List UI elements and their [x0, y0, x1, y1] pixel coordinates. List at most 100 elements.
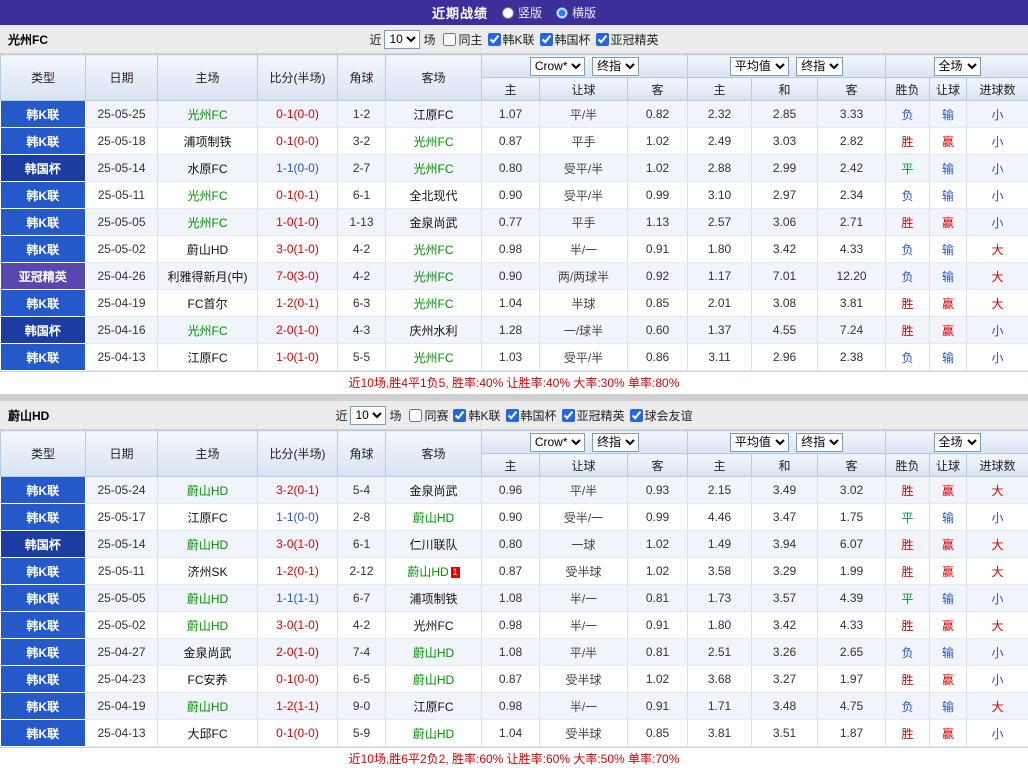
score[interactable]: 0-1(0-1) — [258, 182, 338, 209]
filter-checkbox[interactable] — [596, 33, 609, 46]
recent-count-select[interactable]: 10 — [350, 406, 386, 425]
competition-type: 韩K联 — [1, 182, 86, 209]
layout-horizontal-option[interactable]: 横版 — [556, 4, 596, 21]
home-team[interactable]: 金泉尚武 — [158, 639, 258, 666]
away-team[interactable]: 光州FC — [386, 128, 482, 155]
away-team[interactable]: 金泉尚武 — [386, 209, 482, 236]
full-match-select[interactable]: 全场 — [934, 57, 981, 76]
score[interactable]: 0-1(0-0) — [258, 128, 338, 155]
score[interactable]: 1-2(1-1) — [258, 693, 338, 720]
filter-checkbox[interactable] — [488, 33, 501, 46]
score[interactable]: 2-0(1-0) — [258, 639, 338, 666]
home-team[interactable]: 江原FC — [158, 344, 258, 371]
away-team[interactable]: 蔚山HD — [386, 639, 482, 666]
score[interactable]: 1-1(0-0) — [258, 504, 338, 531]
away-team[interactable]: 金泉尚武 — [386, 477, 482, 504]
final-average-select[interactable]: 终指 — [796, 433, 843, 452]
away-team[interactable]: 蔚山HD1 — [386, 558, 482, 585]
vertical-layout-radio[interactable] — [502, 7, 514, 19]
away-team[interactable]: 蔚山HD — [386, 666, 482, 693]
home-team[interactable]: 浦项制铁 — [158, 128, 258, 155]
final-odds-select[interactable]: 终指 — [592, 57, 639, 76]
filter-checkbox[interactable] — [443, 33, 456, 46]
away-team[interactable]: 光州FC — [386, 290, 482, 317]
away-team[interactable]: 蔚山HD — [386, 504, 482, 531]
home-team[interactable]: 蔚山HD — [158, 612, 258, 639]
score[interactable]: 0-1(0-0) — [258, 101, 338, 128]
recent-count-select[interactable]: 10 — [384, 30, 420, 49]
final-average-select[interactable]: 终指 — [796, 57, 843, 76]
score[interactable]: 3-2(0-1) — [258, 477, 338, 504]
match-row: 韩K联25-05-02蔚山HD3-0(1-0)4-2光州FC0.98半/一0.9… — [1, 236, 1028, 263]
filter-option[interactable]: 亚冠精英 — [557, 407, 625, 424]
home-team[interactable]: 蔚山HD — [158, 693, 258, 720]
home-team[interactable]: 大邱FC — [158, 720, 258, 747]
home-team[interactable]: 光州FC — [158, 101, 258, 128]
final-odds-select[interactable]: 终指 — [592, 433, 639, 452]
away-team[interactable]: 光州FC — [386, 344, 482, 371]
score[interactable]: 1-1(1-1) — [258, 585, 338, 612]
filter-checkbox[interactable] — [506, 409, 519, 422]
filter-option[interactable]: 韩国杯 — [535, 31, 591, 48]
filter-option[interactable]: 同赛 — [404, 407, 448, 424]
home-team[interactable]: 蔚山HD — [158, 531, 258, 558]
score[interactable]: 3-0(1-0) — [258, 531, 338, 558]
score[interactable]: 7-0(3-0) — [258, 263, 338, 290]
full-match-select[interactable]: 全场 — [934, 433, 981, 452]
home-team[interactable]: 蔚山HD — [158, 585, 258, 612]
away-team[interactable]: 蔚山HD — [386, 720, 482, 747]
bookmaker-select[interactable]: Crow* — [530, 57, 585, 76]
home-team[interactable]: 光州FC — [158, 182, 258, 209]
score[interactable]: 3-0(1-0) — [258, 236, 338, 263]
home-team[interactable]: 光州FC — [158, 209, 258, 236]
home-team[interactable]: 蔚山HD — [158, 477, 258, 504]
home-team[interactable]: 江原FC — [158, 504, 258, 531]
home-team[interactable]: 济州SK — [158, 558, 258, 585]
away-team[interactable]: 光州FC — [386, 236, 482, 263]
score[interactable]: 1-2(0-1) — [258, 558, 338, 585]
away-team[interactable]: 光州FC — [386, 155, 482, 182]
competition-type: 韩K联 — [1, 477, 86, 504]
score[interactable]: 3-0(1-0) — [258, 612, 338, 639]
score[interactable]: 0-1(0-0) — [258, 720, 338, 747]
home-team[interactable]: 蔚山HD — [158, 236, 258, 263]
filter-option[interactable]: 韩国杯 — [501, 407, 557, 424]
corner-score: 2-12 — [338, 558, 386, 585]
score[interactable]: 2-0(1-0) — [258, 317, 338, 344]
filter-option[interactable]: 韩K联 — [483, 31, 535, 48]
filter-checkbox[interactable] — [409, 409, 422, 422]
bookmaker-select[interactable]: Crow* — [530, 433, 585, 452]
away-team[interactable]: 全北现代 — [386, 182, 482, 209]
home-team[interactable]: FC首尔 — [158, 290, 258, 317]
away-team[interactable]: 江原FC — [386, 101, 482, 128]
away-team[interactable]: 浦项制铁 — [386, 585, 482, 612]
layout-vertical-option[interactable]: 竖版 — [502, 4, 542, 21]
filter-checkbox[interactable] — [453, 409, 466, 422]
away-team[interactable]: 光州FC — [386, 612, 482, 639]
filter-option[interactable]: 韩K联 — [448, 407, 500, 424]
away-team[interactable]: 光州FC — [386, 263, 482, 290]
filter-option[interactable]: 球会友谊 — [625, 407, 693, 424]
filter-checkbox[interactable] — [562, 409, 575, 422]
filter-checkbox[interactable] — [540, 33, 553, 46]
filter-option[interactable]: 亚冠精英 — [591, 31, 659, 48]
filter-option[interactable]: 同主 — [438, 31, 482, 48]
horizontal-layout-radio[interactable] — [556, 7, 568, 19]
away-team[interactable]: 庆州水利 — [386, 317, 482, 344]
home-team[interactable]: 利雅得新月(中) — [158, 263, 258, 290]
average-select[interactable]: 平均值 — [730, 57, 789, 76]
score[interactable]: 1-1(0-0) — [258, 155, 338, 182]
away-odds: 0.99 — [628, 182, 688, 209]
average-select[interactable]: 平均值 — [730, 433, 789, 452]
home-team[interactable]: 水原FC — [158, 155, 258, 182]
score[interactable]: 0-1(0-0) — [258, 666, 338, 693]
home-team[interactable]: FC安养 — [158, 666, 258, 693]
score[interactable]: 1-2(0-1) — [258, 290, 338, 317]
away-team[interactable]: 仁川联队 — [386, 531, 482, 558]
filter-checkbox[interactable] — [630, 409, 643, 422]
home-team[interactable]: 光州FC — [158, 317, 258, 344]
score[interactable]: 1-0(1-0) — [258, 209, 338, 236]
away-team[interactable]: 江原FC — [386, 693, 482, 720]
away-odds: 0.81 — [628, 585, 688, 612]
score[interactable]: 1-0(1-0) — [258, 344, 338, 371]
